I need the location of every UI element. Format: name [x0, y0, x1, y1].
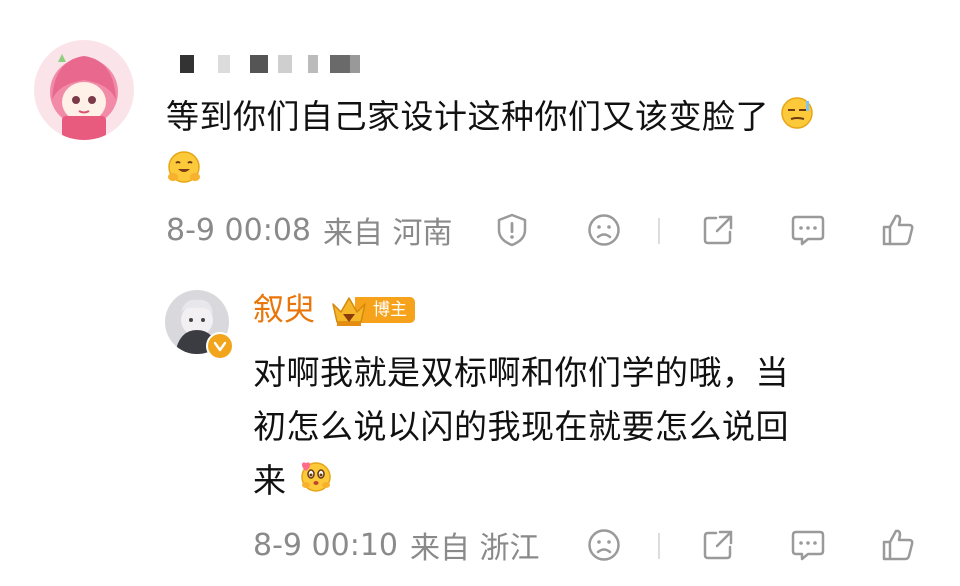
share-icon [703, 215, 733, 245]
reply-item: 叙臾 博主 对啊我就是双标啊和你们学的哦，当 初怎么说以闪的我现在就要怎么说回 … [0, 270, 960, 586]
thumbs-up-icon [882, 529, 914, 561]
comment-meta-row: 8-9 00:08 来自 河南 [166, 210, 926, 251]
blogger-badge: 博主 [329, 295, 415, 326]
comment-text: 等到你们自己家设计这种你们又该变脸了 [166, 97, 769, 136]
reply-location: 来自 浙江 [410, 531, 540, 566]
commenter-avatar[interactable] [34, 40, 134, 140]
like-button[interactable] [878, 525, 918, 565]
thumbs-up-icon [882, 214, 914, 246]
redacted-username[interactable] [180, 53, 360, 75]
meta-divider [658, 533, 660, 559]
comment-icon [791, 530, 825, 561]
dislike-face-icon [588, 214, 620, 246]
share-button[interactable] [698, 525, 738, 565]
meta-divider [658, 218, 660, 244]
reply-username[interactable]: 叙臾 [253, 292, 315, 328]
comment-location: 来自 河南 [323, 216, 453, 251]
share-button[interactable] [698, 210, 738, 250]
reply-timestamp: 8-9 00:10 [253, 527, 398, 563]
comment-item: 等到你们自己家设计这种你们又该变脸了 8-9 00:08 来自 河南 [0, 0, 960, 270]
share-icon [703, 530, 733, 560]
report-button[interactable] [492, 210, 532, 250]
smirk-emoji-icon [780, 92, 814, 146]
dislike-button[interactable] [584, 525, 624, 565]
comment-icon [791, 215, 825, 246]
anime-girl-avatar-image [34, 40, 134, 140]
verified-badge-icon [206, 332, 234, 360]
crown-icon [332, 297, 366, 326]
comment-timestamp: 8-9 00:08 [166, 212, 311, 248]
hug-emoji-icon [166, 147, 202, 201]
reply-text-line-2: 初怎么说以闪的我现在就要怎么说回 [253, 407, 789, 446]
reply-text-line-3: 来 [253, 461, 287, 500]
dislike-button[interactable] [584, 210, 624, 250]
love-kiss-emoji-icon [298, 456, 334, 510]
comment-body: 等到你们自己家设计这种你们又该变脸了 [166, 90, 936, 201]
report-icon [497, 213, 527, 247]
reply-text-line-1: 对啊我就是双标啊和你们学的哦，当 [253, 353, 789, 392]
reply-body: 对啊我就是双标啊和你们学的哦，当 初怎么说以闪的我现在就要怎么说回 来 [253, 346, 933, 510]
dislike-face-icon [588, 529, 620, 561]
reply-button[interactable] [788, 525, 828, 565]
reply-meta-row: 8-9 00:10 来自 浙江 [253, 525, 933, 566]
reply-button[interactable] [788, 210, 828, 250]
like-button[interactable] [878, 210, 918, 250]
